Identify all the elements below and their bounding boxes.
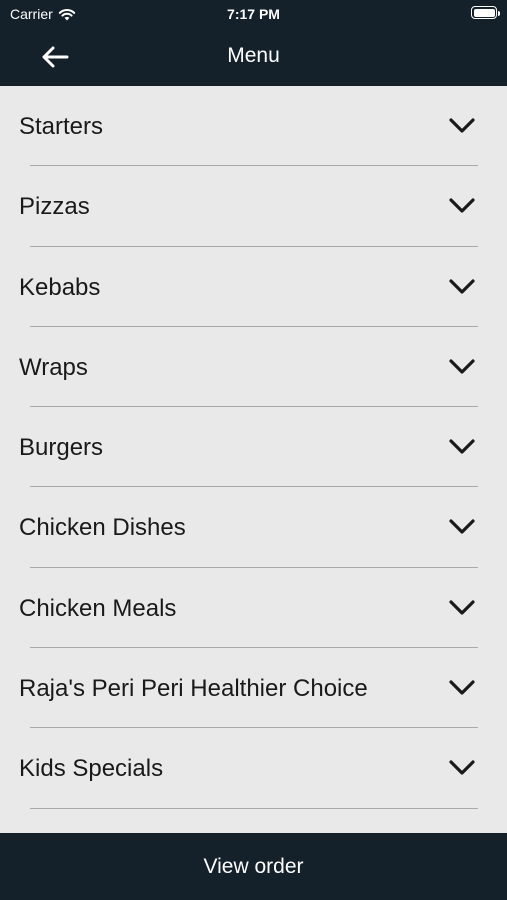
menu-category-label: Kebabs — [19, 273, 101, 301]
menu-category-list: Starters Pizzas Kebabs Wraps Burgers Chi… — [0, 86, 507, 809]
chevron-down-icon — [449, 519, 475, 535]
menu-category-label: Pizzas — [19, 193, 90, 221]
status-time: 7:17 PM — [227, 6, 280, 22]
nav-bar: Menu — [0, 28, 507, 86]
chevron-down-icon — [449, 278, 475, 294]
chevron-down-icon — [449, 118, 475, 133]
top-bar: Carrier 7:17 PM Menu — [0, 0, 507, 86]
menu-category-kids-specials[interactable]: Kids Specials — [0, 728, 507, 809]
view-order-label: View order — [203, 854, 304, 878]
chevron-down-icon — [449, 760, 475, 775]
chevron-down-icon — [449, 680, 475, 695]
view-order-button[interactable]: View order — [0, 833, 507, 900]
menu-category-label: Raja's Peri Peri Healthier Choice — [19, 675, 368, 703]
menu-category-label: Starters — [19, 113, 104, 140]
chevron-down-icon — [449, 600, 475, 615]
battery-icon — [471, 6, 500, 19]
menu-category-wraps[interactable]: Wraps — [0, 327, 507, 408]
menu-category-label: Chicken Meals — [19, 594, 177, 622]
menu-category-label: Burgers — [19, 434, 104, 462]
chevron-down-icon — [449, 359, 475, 374]
chevron-down-icon — [449, 439, 475, 454]
menu-category-label: Kids Specials — [19, 755, 164, 783]
menu-category-pizzas[interactable]: Pizzas — [0, 166, 507, 247]
menu-category-kebabs[interactable]: Kebabs — [0, 247, 507, 327]
menu-category-chicken-dishes[interactable]: Chicken Dishes — [0, 487, 507, 568]
menu-category-label: Chicken Dishes — [19, 514, 186, 542]
menu-category-label: Wraps — [19, 353, 88, 381]
menu-category-starters[interactable]: Starters — [0, 86, 507, 167]
divider — [30, 807, 478, 809]
menu-category-healthier-choice[interactable]: Raja's Peri Peri Healthier Choice — [0, 648, 507, 729]
menu-category-burgers[interactable]: Burgers — [0, 407, 507, 488]
chevron-down-icon — [449, 198, 475, 213]
status-bar: Carrier 7:17 PM — [0, 0, 507, 28]
menu-category-chicken-meals[interactable]: Chicken Meals — [0, 568, 507, 649]
page-title: Menu — [227, 44, 280, 67]
